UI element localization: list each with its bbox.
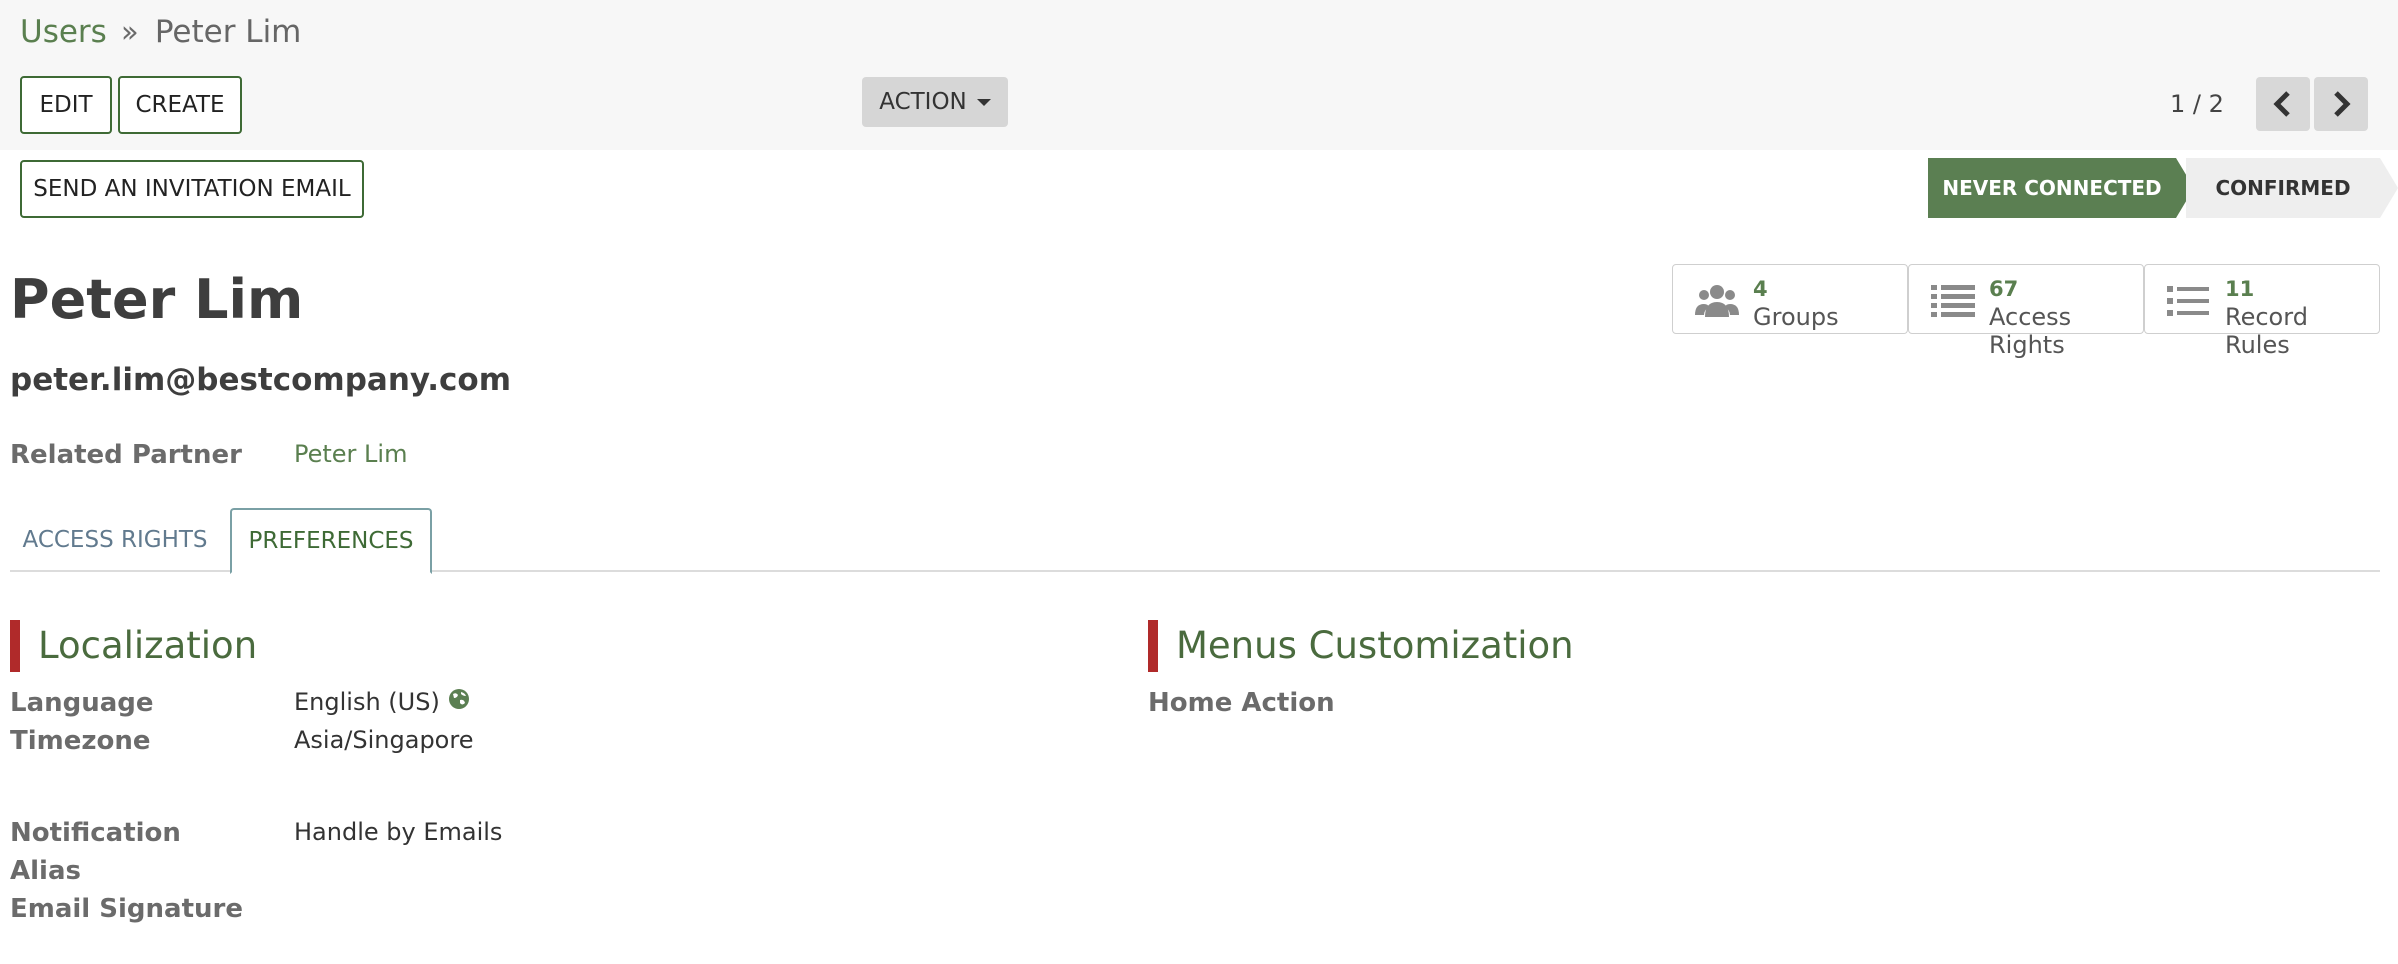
access-rights-count: 67 — [1989, 277, 2019, 301]
list-icon — [1931, 285, 1975, 317]
groups-stat-button[interactable]: 4 Groups — [1672, 264, 1908, 334]
notebook-tabs: ACCESS RIGHTS PREFERENCES — [10, 508, 2380, 574]
globe-icon[interactable] — [448, 688, 470, 710]
groups-count: 4 — [1753, 277, 1768, 301]
timezone-value[interactable]: Asia/Singapore — [294, 726, 473, 754]
breadcrumb: Users ›› Peter Lim — [20, 14, 301, 50]
users-icon — [1695, 285, 1739, 317]
control-panel: Users ›› Peter Lim EDIT CREATE ACTION 1 … — [0, 0, 2398, 150]
edit-button[interactable]: EDIT — [20, 76, 112, 134]
language-label: Language — [10, 688, 154, 718]
pager-value: 1 / 2 — [2170, 90, 2224, 118]
record-rules-label: Record Rules — [2225, 303, 2308, 359]
action-dropdown-button[interactable]: ACTION — [862, 77, 1008, 127]
list-icon — [2167, 286, 2209, 316]
alias-label: Alias — [10, 856, 81, 886]
create-button[interactable]: CREATE — [118, 76, 242, 134]
pager-next-button[interactable] — [2314, 77, 2368, 131]
language-value[interactable]: English (US) — [294, 688, 440, 716]
home-action-label: Home Action — [1148, 688, 1335, 718]
status-confirmed[interactable]: CONFIRMED — [2186, 158, 2398, 218]
pager-previous-button[interactable] — [2256, 77, 2310, 131]
access-rights-stat-button[interactable]: 67 Access Rights — [1908, 264, 2144, 359]
timezone-label: Timezone — [10, 726, 151, 756]
record-rules-stat-button[interactable]: 11 Record Rules — [2144, 264, 2380, 359]
tab-preferences[interactable]: PREFERENCES — [230, 508, 432, 574]
record-email: peter.lim@bestcompany.com — [10, 362, 512, 398]
chevron-right-icon — [2334, 91, 2351, 117]
related-partner-link[interactable]: Peter Lim — [294, 440, 407, 468]
notification-value[interactable]: Handle by Emails — [294, 818, 502, 846]
localization-section-title: Localization — [10, 620, 257, 672]
record-rules-count: 11 — [2225, 277, 2255, 301]
breadcrumb-current: Peter Lim — [154, 14, 302, 50]
access-rights-label: Access Rights — [1989, 303, 2072, 359]
menus-customization-section-title: Menus Customization — [1148, 620, 1574, 672]
email-signature-label: Email Signature — [10, 894, 243, 924]
related-partner-label: Related Partner — [10, 440, 242, 470]
chevron-left-icon — [2273, 91, 2290, 117]
action-label: ACTION — [879, 89, 967, 115]
notification-label: Notification — [10, 818, 181, 848]
record-title: Peter Lim — [10, 268, 304, 331]
caret-down-icon — [976, 98, 991, 106]
send-invitation-button[interactable]: SEND AN INVITATION EMAIL — [20, 160, 364, 218]
double-chevron-icon: ›› — [120, 14, 139, 50]
groups-label: Groups — [1753, 303, 1839, 331]
tab-access-rights[interactable]: ACCESS RIGHTS — [10, 508, 220, 572]
status-never-connected[interactable]: NEVER CONNECTED — [1928, 158, 2194, 218]
breadcrumb-users-link[interactable]: Users — [20, 14, 107, 50]
